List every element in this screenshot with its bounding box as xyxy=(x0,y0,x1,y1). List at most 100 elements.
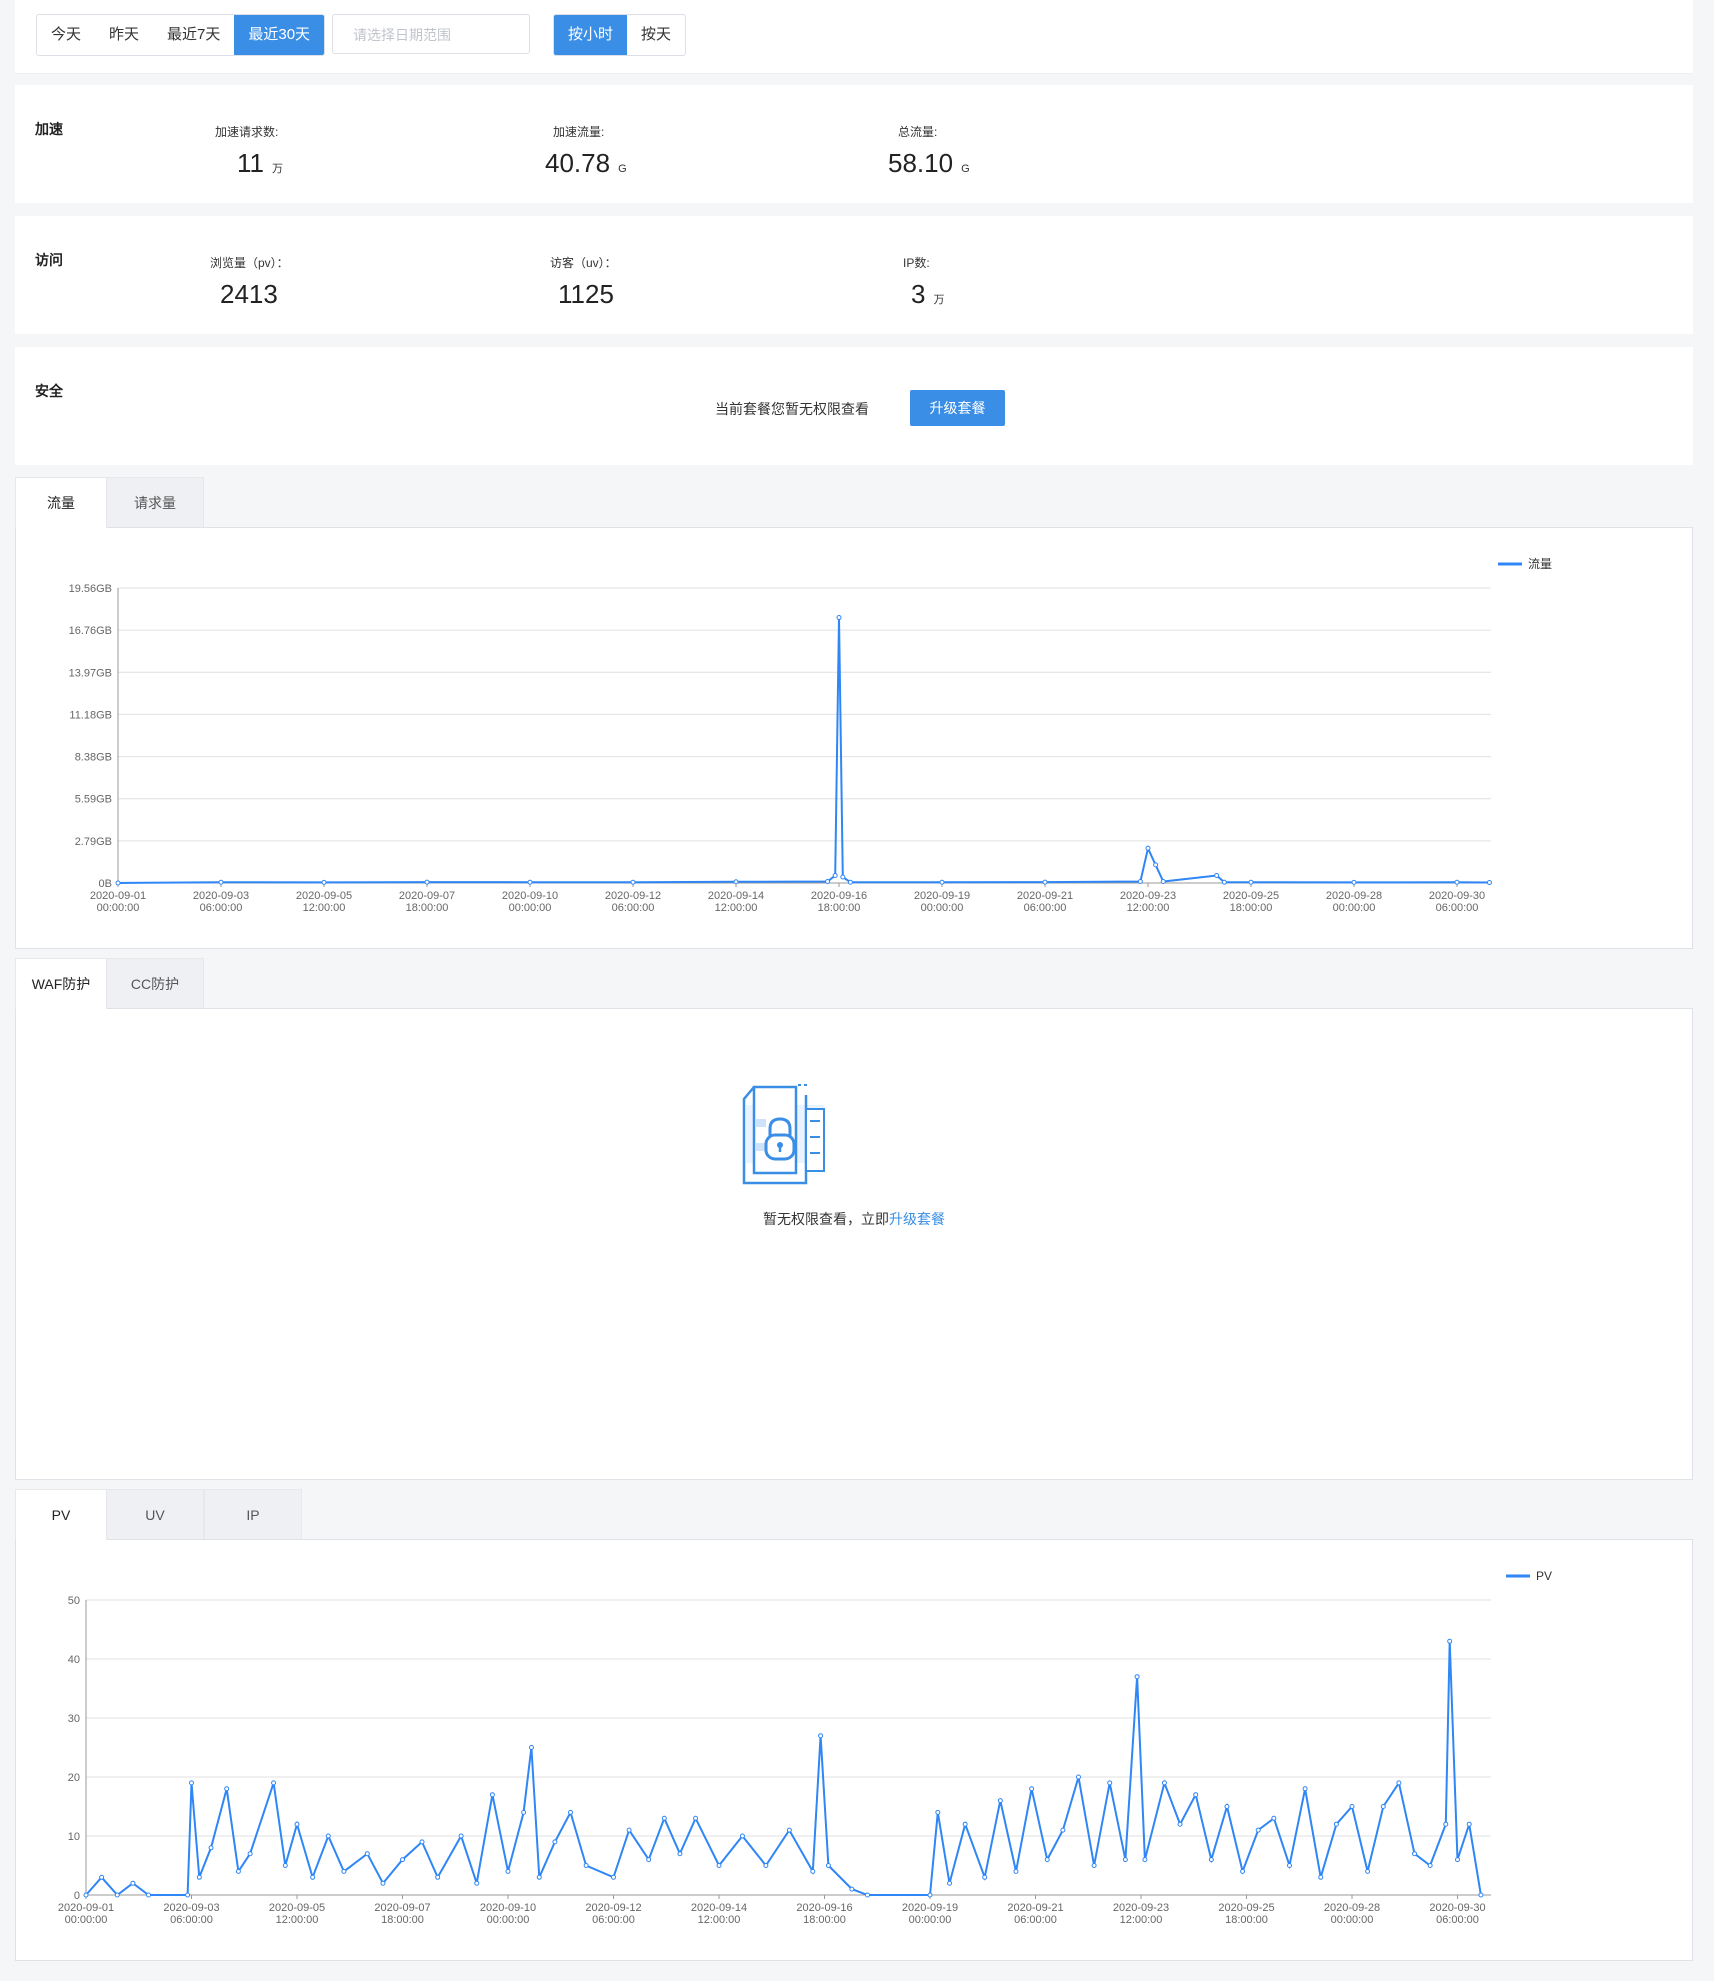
upgrade-plan-button[interactable]: 升级套餐 xyxy=(910,390,1005,426)
stat-unit: 万 xyxy=(272,163,283,175)
granularity-daily[interactable]: 按天 xyxy=(627,15,685,55)
y-tick-label: 30 xyxy=(68,1713,80,1725)
data-point xyxy=(661,1815,667,1821)
tab-waf[interactable]: WAF防护 xyxy=(15,958,107,1009)
range-selector: 今天 昨天 最近7天 最近30天 xyxy=(36,14,326,56)
data-point xyxy=(1145,845,1151,851)
data-point xyxy=(1271,1815,1277,1821)
data-point xyxy=(294,1821,300,1827)
tab-requests[interactable]: 请求量 xyxy=(106,477,204,527)
stat-unit: G xyxy=(961,163,970,175)
data-point xyxy=(832,872,838,878)
data-point xyxy=(505,1868,511,1874)
data-point xyxy=(218,879,224,885)
data-point xyxy=(1029,1786,1035,1792)
data-point xyxy=(1224,1804,1230,1809)
data-point xyxy=(1478,1892,1484,1898)
visit-section-title: 访问 xyxy=(35,252,63,268)
data-point xyxy=(939,879,945,885)
y-tick-label: 40 xyxy=(68,1654,80,1666)
data-point xyxy=(1208,1857,1214,1863)
data-point xyxy=(424,879,430,885)
x-tick-label: 2020-09-25 xyxy=(1218,1902,1274,1914)
data-point xyxy=(626,1827,632,1833)
stat-value: 58.10 xyxy=(888,148,954,178)
data-point xyxy=(927,1892,933,1898)
stat-value: 3 xyxy=(911,279,926,309)
stat-unit: G xyxy=(618,163,627,175)
data-point xyxy=(716,1863,722,1868)
x-tick-label: 06:00:00 xyxy=(170,1914,213,1926)
stat-value: 2413 xyxy=(220,279,278,309)
x-tick-label: 2020-09-23 xyxy=(1113,1902,1169,1914)
data-point xyxy=(982,1874,988,1880)
x-tick-label: 18:00:00 xyxy=(818,902,861,914)
x-tick-label: 00:00:00 xyxy=(97,902,140,914)
y-tick-label: 20 xyxy=(68,1772,80,1784)
tab-pv[interactable]: PV xyxy=(15,1489,107,1540)
data-point xyxy=(458,1833,464,1839)
range-option-today[interactable]: 今天 xyxy=(37,15,95,55)
stat-label: 加速请求数: xyxy=(215,125,279,139)
data-point xyxy=(1455,1857,1460,1863)
data-point xyxy=(739,1833,745,1839)
x-tick-label: 2020-09-28 xyxy=(1326,890,1382,902)
data-point xyxy=(83,1892,89,1898)
data-point xyxy=(99,1874,105,1880)
y-tick-label: 8.38GB xyxy=(75,752,112,764)
y-tick-label: 0 xyxy=(74,1890,80,1902)
stat-unit: 万 xyxy=(933,294,945,306)
data-point xyxy=(1365,1868,1371,1874)
x-tick-label: 2020-09-03 xyxy=(163,1902,219,1914)
data-point xyxy=(1349,1804,1355,1809)
data-point xyxy=(825,878,831,884)
visit-stats-panel: 访问 浏览量（pv）： 2413 访客（uv）： 1125 IP数: 3万 xyxy=(15,216,1693,334)
data-point xyxy=(1221,879,1227,885)
data-point xyxy=(435,1874,441,1880)
data-point xyxy=(1013,1868,1019,1874)
data-point xyxy=(146,1892,152,1898)
tab-traffic[interactable]: 流量 xyxy=(15,477,107,528)
x-tick-label: 06:00:00 xyxy=(200,902,243,914)
x-tick-label: 06:00:00 xyxy=(1014,1914,1057,1926)
filter-toolbar: 今天 昨天 最近7天 最近30天 请选择日期范围 按小时 按天 xyxy=(15,0,1693,74)
range-option-yesterday[interactable]: 昨天 xyxy=(95,15,153,55)
no-permission-message: 当前套餐您暂无权限查看 xyxy=(715,401,869,417)
x-tick-label: 12:00:00 xyxy=(276,1914,319,1926)
y-tick-label: 16.76GB xyxy=(69,625,112,637)
data-point xyxy=(1122,1857,1128,1863)
stat-uv: 访客（uv）： 1125 xyxy=(550,254,617,310)
stat-accel-requests: 加速请求数: 11 万 xyxy=(215,123,283,179)
accel-section-title: 加速 xyxy=(35,121,63,137)
x-tick-label: 12:00:00 xyxy=(715,902,758,914)
x-tick-label: 2020-09-25 xyxy=(1223,890,1279,902)
x-tick-label: 2020-09-10 xyxy=(502,890,558,902)
data-point xyxy=(247,1851,253,1857)
data-point xyxy=(825,1863,831,1868)
data-point xyxy=(864,1892,870,1898)
stat-value: 11 xyxy=(237,148,264,178)
data-point xyxy=(1486,880,1492,886)
granularity-hourly[interactable]: 按小时 xyxy=(554,15,628,55)
x-tick-label: 00:00:00 xyxy=(65,1914,108,1926)
date-range-picker[interactable]: 请选择日期范围 xyxy=(332,14,530,54)
data-point xyxy=(1333,1821,1339,1827)
stat-label: 总流量: xyxy=(898,125,938,139)
data-point xyxy=(646,1857,652,1863)
tab-cc[interactable]: CC防护 xyxy=(106,958,204,1008)
data-point xyxy=(1396,1780,1402,1786)
y-tick-label: 50 xyxy=(68,1595,80,1607)
data-point xyxy=(1193,1792,1199,1798)
range-option-30days[interactable]: 最近30天 xyxy=(234,15,325,55)
tab-uv[interactable]: UV xyxy=(106,1489,204,1539)
data-point xyxy=(786,1827,792,1833)
tab-ip[interactable]: IP xyxy=(204,1489,302,1539)
data-point xyxy=(1177,1821,1183,1827)
x-tick-label: 18:00:00 xyxy=(1225,1914,1268,1926)
upgrade-plan-link[interactable]: 升级套餐 xyxy=(889,1211,945,1227)
data-point xyxy=(114,1892,120,1898)
x-tick-label: 2020-09-07 xyxy=(374,1902,430,1914)
range-option-7days[interactable]: 最近7天 xyxy=(153,15,234,55)
data-point xyxy=(474,1880,480,1886)
y-tick-label: 0B xyxy=(99,878,112,890)
